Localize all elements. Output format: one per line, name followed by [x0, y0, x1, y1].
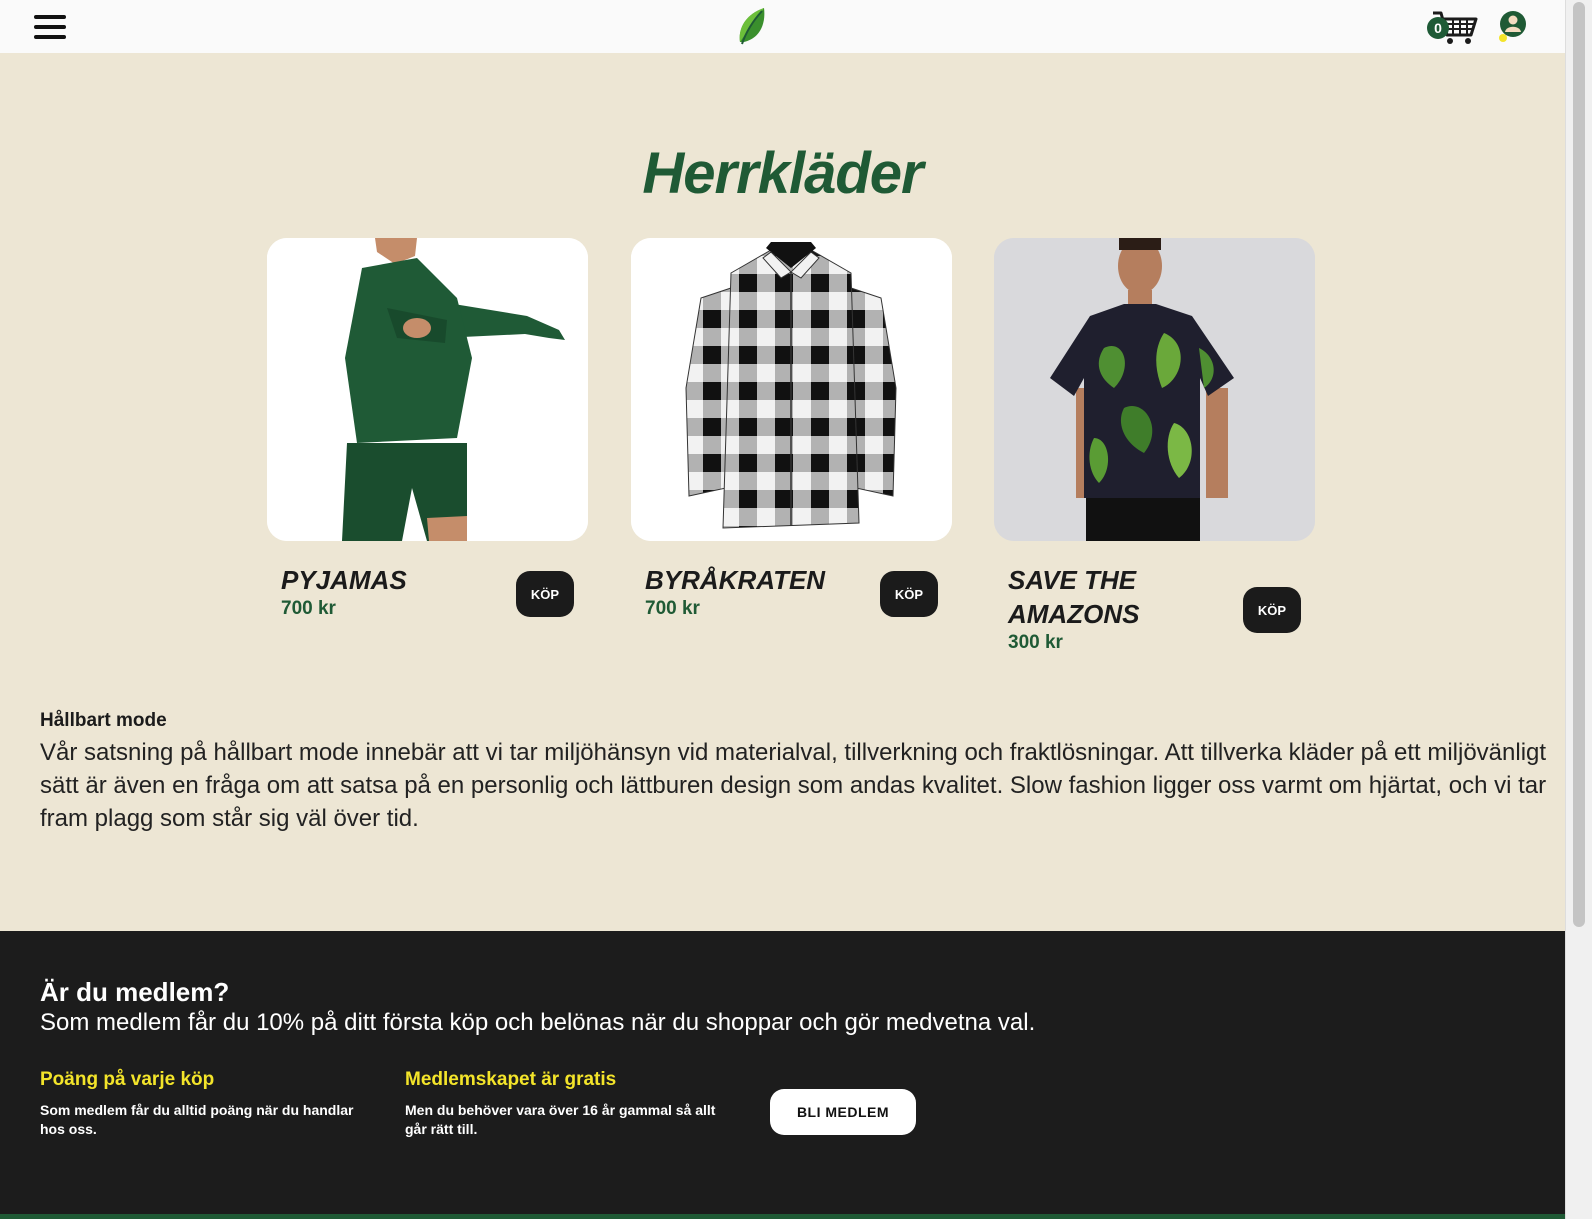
buy-button[interactable]: KÖP [880, 571, 938, 617]
sustainability-section: Hållbart mode Vår satsning på hållbart m… [40, 710, 1550, 835]
product-image-byrakraten[interactable] [631, 238, 952, 541]
product-name: SAVE THE AMAZONS [1008, 565, 1140, 629]
scrollbar[interactable] [1565, 0, 1592, 1219]
jungle-tshirt-photo [994, 238, 1315, 541]
membership-section: Är du medlem? Som medlem får du 10% på d… [0, 931, 1565, 1214]
membership-lead: Som medlem får du 10% på ditt första köp… [40, 1009, 1036, 1036]
page-title: Herrkläder [642, 141, 923, 206]
product-card-byrakraten: BYRÅKRATEN 700 kr KÖP [631, 238, 952, 631]
perk-title: Medlemskapet är gratis [405, 1069, 617, 1090]
product-card-save-the-amazons: SAVE THE AMAZONS 300 kr KÖP [994, 238, 1315, 655]
cart-count-badge: 0 [1427, 16, 1449, 39]
perk-free: Medlemskapet är gratis Men du behöver va… [405, 1069, 735, 1139]
leaf-logo-icon[interactable] [736, 6, 768, 46]
perk-text: Men du behöver vara över 16 år gammal så… [405, 1102, 716, 1137]
site-header: 0 [0, 0, 1565, 53]
perk-title: Poäng på varje köp [40, 1069, 215, 1090]
product-price: 300 kr [1008, 632, 1063, 653]
buy-button[interactable]: KÖP [516, 571, 574, 617]
cart-button[interactable]: 0 [1427, 7, 1479, 47]
perk-points: Poäng på varje köp Som medlem får du all… [40, 1069, 370, 1139]
product-name: PYJAMAS [281, 565, 407, 595]
product-image-pyjamas[interactable] [267, 238, 588, 541]
product-card-pyjamas: PYJAMAS 700 kr KÖP [267, 238, 588, 631]
perk-text: Som medlem får du alltid poäng när du ha… [40, 1102, 354, 1137]
menu-icon[interactable] [34, 14, 66, 39]
user-account-button[interactable] [1497, 10, 1527, 44]
membership-heading: Är du medlem? [40, 977, 230, 1007]
sustainability-text: Vår satsning på hållbart mode innebär at… [40, 739, 1547, 832]
user-icon [1499, 10, 1526, 42]
checked-shirt-photo [631, 238, 952, 541]
footer-strip [0, 1214, 1565, 1219]
pyjamas-photo [267, 238, 588, 541]
buy-button[interactable]: KÖP [1243, 587, 1301, 633]
product-name: BYRÅKRATEN [645, 565, 826, 595]
sustainability-heading: Hållbart mode [40, 710, 167, 731]
scrollbar-thumb[interactable] [1573, 2, 1585, 927]
product-image-save-the-amazons[interactable] [994, 238, 1315, 541]
join-member-button[interactable]: BLI MEDLEM [770, 1089, 916, 1135]
